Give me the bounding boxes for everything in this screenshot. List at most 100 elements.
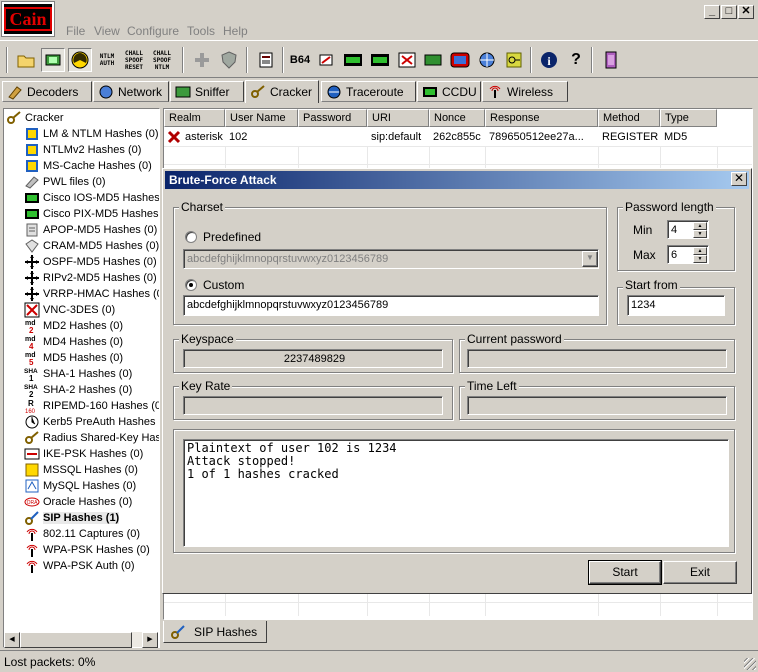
tree-item[interactable]: md 5 MD5 Hashes (0) (24, 350, 123, 366)
close-button[interactable]: ✕ (738, 5, 754, 19)
wpa-auth-icon (24, 558, 40, 574)
column-nonce[interactable]: Nonce (429, 109, 485, 127)
menu-configure[interactable]: Configure (127, 24, 179, 38)
start-from-input[interactable]: 1234 (627, 295, 725, 316)
column-realm[interactable]: Realm (164, 109, 225, 127)
tree-item[interactable]: Radius Shared-Key Has (24, 430, 159, 446)
scroll-left-icon[interactable]: ◀ (4, 632, 20, 648)
circuit-icon[interactable] (421, 48, 445, 72)
tree-item[interactable]: R 160 RIPEMD-160 Hashes (0 (24, 398, 159, 414)
tree-item[interactable]: OSPF-MD5 Hashes (0) (24, 254, 157, 270)
tree-item[interactable]: 802.11 Captures (0) (24, 526, 140, 542)
menu-view[interactable]: View (94, 24, 120, 38)
exit-button[interactable]: Exit (663, 561, 737, 584)
tree-item[interactable]: LM & NTLM Hashes (0) (24, 126, 159, 142)
attack-log[interactable]: Plaintext of user 102 is 1234 Attack sto… (183, 439, 729, 547)
base64-icon[interactable]: B64 (288, 48, 312, 72)
info-icon[interactable]: i (537, 48, 561, 72)
cracker-tree[interactable]: Cracker LM & NTLM Hashes (0) NTLMv2 Hashe… (3, 108, 160, 648)
tab-network[interactable]: Network (93, 81, 169, 102)
help-icon[interactable]: ? (564, 48, 588, 72)
add-icon[interactable] (190, 48, 214, 72)
sip-hashes-tab[interactable]: SIP Hashes (163, 621, 267, 643)
tree-item[interactable]: VRRP-HMAC Hashes (0 (24, 286, 159, 302)
shield-icon[interactable] (217, 48, 241, 72)
tree-item[interactable]: RIPv2-MD5 Hashes (0) (24, 270, 157, 286)
column-response[interactable]: Response (485, 109, 598, 127)
dialog-title-bar[interactable]: Brute-Force Attack (165, 171, 749, 189)
custom-charset-input[interactable]: abcdefghijklmnopqrstuvwxyz0123456789 (183, 295, 599, 316)
tree-item[interactable]: md 2 MD2 Hashes (0) (24, 318, 123, 334)
tree-item[interactable]: VNC-3DES (0) (24, 302, 115, 318)
tree-item[interactable]: ORA Oracle Hashes (0) (24, 494, 132, 510)
tree-item[interactable]: MS-Cache Hashes (0) (24, 158, 152, 174)
menu-tools[interactable]: Tools (187, 24, 215, 38)
tree-item[interactable]: WPA-PSK Hashes (0) (24, 542, 150, 558)
network-globe-icon[interactable] (475, 48, 499, 72)
scroll-thumb[interactable] (20, 632, 132, 648)
sniffer-toggle-icon[interactable] (41, 48, 65, 72)
open-folder-icon[interactable] (14, 48, 38, 72)
password-key-icon[interactable] (502, 48, 526, 72)
tree-item[interactable]: CRAM-MD5 Hashes (0) (24, 238, 159, 254)
max-spin-up[interactable]: ▲ (693, 247, 707, 255)
predefined-radio[interactable] (185, 231, 197, 243)
tree-item[interactable]: APOP-MD5 Hashes (0) (24, 222, 157, 238)
tree-item[interactable]: MySQL Hashes (0) (24, 478, 136, 494)
column-user-name[interactable]: User Name (225, 109, 298, 127)
dialog-close-button[interactable]: ✕ (731, 172, 747, 186)
tree-item[interactable]: NTLMv2 Hashes (0) (24, 142, 141, 158)
tree-item[interactable]: MSSQL Hashes (0) (24, 462, 138, 478)
predefined-charset-select[interactable]: abcdefghijklmnopqrstuvwxyz0123456789 (183, 249, 599, 269)
tab-ccdu[interactable]: CCDU (417, 81, 481, 102)
tab-sniffer[interactable]: Sniffer (170, 81, 244, 102)
custom-radio[interactable] (185, 279, 197, 291)
minimize-button[interactable]: _ (704, 5, 720, 19)
scroll-right-icon[interactable]: ▶ (142, 632, 158, 648)
apr-poison-icon[interactable] (68, 48, 92, 72)
column-uri[interactable]: URI (367, 109, 429, 127)
start-button[interactable]: Start (588, 560, 662, 585)
certificate-icon[interactable] (254, 48, 278, 72)
monitor-icon[interactable] (448, 48, 472, 72)
resize-grip-icon[interactable] (744, 658, 756, 670)
table-row[interactable]: asterisk (164, 128, 225, 146)
tree-root-cracker[interactable]: Cracker (6, 110, 64, 126)
tree-item[interactable]: Cisco PIX-MD5 Hashes (24, 206, 159, 222)
menu-help[interactable]: Help (223, 24, 248, 38)
column-type[interactable]: Type (660, 109, 717, 127)
ntlm-auth-icon[interactable]: NTLM AUTH (95, 48, 119, 72)
tree-item[interactable]: SHA 2 SHA-2 Hashes (0) (24, 382, 132, 398)
tree-item[interactable]: PWL files (0) (24, 174, 106, 190)
tab-decoders[interactable]: Decoders (2, 81, 92, 102)
tree-item[interactable]: Kerb5 PreAuth Hashes (24, 414, 156, 430)
tab-cracker[interactable]: Cracker (245, 80, 319, 103)
max-spin-down[interactable]: ▼ (693, 255, 707, 263)
rdp-icon[interactable] (395, 48, 419, 72)
tree-item-label: SHA-1 Hashes (0) (43, 368, 133, 380)
tab-wireless[interactable]: Wireless (482, 81, 568, 102)
column-password[interactable]: Password (298, 109, 367, 127)
chall-spoof-ntlm-icon[interactable]: CHALL SPOOF NTLM (150, 48, 174, 72)
tree-item[interactable]: SIP Hashes (1) (24, 510, 120, 526)
tree-item[interactable]: SHA 1 SHA-1 Hashes (0) (24, 366, 132, 382)
chall-spoof-reset-icon[interactable]: CHALL SPOOF RESET (122, 48, 146, 72)
menu-file[interactable]: File (66, 24, 85, 38)
exit-door-icon[interactable] (599, 48, 623, 72)
tab-traceroute[interactable]: Traceroute (321, 81, 416, 102)
column-method[interactable]: Method (598, 109, 660, 127)
lsa-secrets-icon[interactable] (341, 48, 365, 72)
min-spin-up[interactable]: ▲ (693, 222, 707, 230)
tree-item[interactable]: IKE-PSK Hashes (0) (24, 446, 143, 462)
hash-calculator-icon[interactable] (314, 48, 338, 72)
min-spin-down[interactable]: ▼ (693, 230, 707, 238)
tree-item[interactable]: WPA-PSK Auth (0) (24, 558, 135, 574)
vrrp-icon (24, 286, 40, 302)
tree-item[interactable]: Cisco IOS-MD5 Hashes (24, 190, 159, 206)
tree-item[interactable]: md 4 MD4 Hashes (0) (24, 334, 123, 350)
chevron-down-icon[interactable]: ▼ (582, 251, 598, 267)
vpn-icon[interactable] (368, 48, 392, 72)
tree-horizontal-scrollbar[interactable]: ◀ ▶ (4, 631, 158, 648)
cell-realm: asterisk (185, 131, 223, 143)
maximize-button[interactable]: □ (721, 5, 737, 19)
